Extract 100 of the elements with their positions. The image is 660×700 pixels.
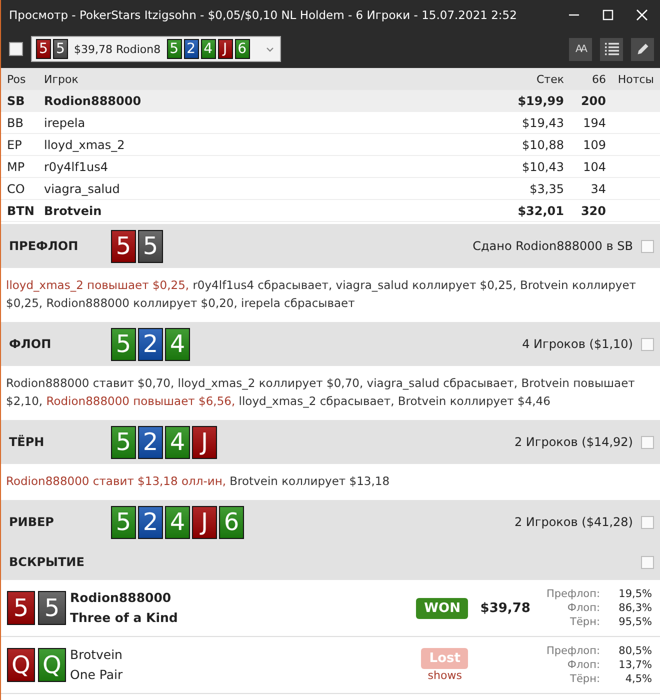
edit-button[interactable] <box>631 38 654 60</box>
equity-value: 86,3% <box>618 601 652 615</box>
checkbox[interactable] <box>641 338 654 350</box>
playing-card: 4 <box>165 426 190 458</box>
playing-card: 5 <box>138 230 163 262</box>
playing-card: 5 <box>166 39 182 59</box>
table-cell-text: $10,43 <box>521 160 564 174</box>
playing-card: 4 <box>165 328 190 360</box>
table-cell-text: SB <box>6 94 26 108</box>
maximize-icon[interactable] <box>602 9 614 21</box>
table-cell-text: Rodion888000 <box>44 94 142 108</box>
playing-card: 6 <box>234 39 250 59</box>
equity-value: 95,5% <box>618 615 652 629</box>
playing-card: 2 <box>138 506 163 538</box>
list-icon <box>604 42 618 56</box>
checkbox[interactable] <box>641 240 654 252</box>
pencil-icon <box>636 42 650 56</box>
action-log: lloyd_xmas_2 повышает $0,25, r0y4lf1us4 сбрасывает, viagra_salud коллирует $0,25, Brotvein коллирует $0,25, Rodion888000 коллирует $0,20, irepela сбрасывает <box>5 277 637 312</box>
street-name: РИВЕР <box>9 515 55 529</box>
column-header: Pos <box>6 72 27 86</box>
player-name: Rodion888000 <box>70 589 172 607</box>
font-size-button[interactable]: AA <box>569 38 592 60</box>
equity-value: 19,5% <box>618 587 652 601</box>
table-cell-text: BTN <box>6 204 36 218</box>
won-amount: $39,78 <box>479 600 530 616</box>
checkbox[interactable] <box>9 42 23 56</box>
result-badge: WON <box>416 598 468 618</box>
column-header: Игрок <box>44 72 80 86</box>
hand-summary: $39,78 Rodion8 <box>74 42 161 56</box>
equity-label: Префлоп: <box>546 587 600 601</box>
table-row[interactable]: SB Rodion888000 $19,99 200 <box>1 90 660 112</box>
action-log: Rodion888000 ставит $13,18 олл-ин, Brotvein коллирует $13,18 <box>5 473 391 490</box>
playing-card: J <box>218 39 233 59</box>
table-cell-text: viagra_salud <box>44 182 121 196</box>
playing-card: 2 <box>184 39 199 59</box>
playing-card: Q <box>7 648 35 682</box>
playing-card: J <box>192 426 217 458</box>
street-info: Сдано Rodion888000 в SB <box>472 239 633 253</box>
list-button[interactable] <box>600 38 623 60</box>
table-cell-text: 194 <box>582 116 606 130</box>
playing-card: J <box>192 506 217 538</box>
table-cell-text: 320 <box>580 204 606 218</box>
playing-card: 5 <box>38 591 66 625</box>
equity-label: Тёрн: <box>569 615 600 629</box>
table-cell-text: EP <box>6 138 23 152</box>
column-header: Стек <box>536 72 564 86</box>
checkbox[interactable] <box>641 436 654 448</box>
checkbox[interactable] <box>641 516 654 528</box>
checkbox[interactable] <box>641 556 654 568</box>
playing-card: 5 <box>7 591 35 625</box>
table-cell-text: BB <box>6 116 24 130</box>
shows-label: shows <box>428 669 462 682</box>
playing-card: 6 <box>219 506 244 538</box>
playing-card: 5 <box>111 230 136 262</box>
action-log: Rodion888000 ставит $0,70, lloyd_xmas_2 коллирует $0,70, viagra_salud сбрасывает, Brotvein повышает $2,10, Rodion888000 повышает $6,56, lloyd_xmas_2 сбрасывает, Brotvein коллирует $4,46 <box>5 375 636 410</box>
equity-label: Флоп: <box>566 601 600 615</box>
caret-icon <box>266 46 274 52</box>
column-header: 66 <box>591 72 606 86</box>
table-cell-text: 34 <box>590 182 606 196</box>
equity-label: Флоп: <box>566 658 600 672</box>
street-info: 4 Игроков ($1,10) <box>522 337 633 351</box>
equity-value: 80,5% <box>618 644 652 658</box>
close-icon[interactable] <box>636 9 648 21</box>
table-cell-text: irepela <box>44 116 86 130</box>
street-info: 2 Игроков ($41,28) <box>514 515 633 529</box>
table-cell-text: 200 <box>580 94 606 108</box>
window-title: Просмотр - PokerStars Itzigsohn - $0,05/$0,10 NL Holdem - 6 Игроки - 15.07.2021 2:52 <box>9 8 518 22</box>
table-cell-text: MP <box>6 160 26 174</box>
table-cell-text: 109 <box>582 138 606 152</box>
street-name: ВСКРЫТИЕ <box>9 555 86 569</box>
playing-card: Q <box>38 648 66 682</box>
player-name: Brotvein <box>70 646 124 664</box>
equity-value: 13,7% <box>618 658 652 672</box>
playing-card: 5 <box>111 426 136 458</box>
hand-rank: One Pair <box>70 666 124 684</box>
table-cell-text: lloyd_xmas_2 <box>44 138 126 152</box>
equity-label: Префлоп: <box>546 644 600 658</box>
hand-rank: Three of a Kind <box>70 609 179 627</box>
table-cell-text: Brotvein <box>44 204 103 218</box>
hand-dropdown[interactable]: 5 5 $39,78 Rodion8 5 2 4 J 6 <box>31 36 281 62</box>
playing-card: 5 <box>111 328 136 360</box>
table-cell-text: 104 <box>582 160 606 174</box>
table-cell-text: $32,01 <box>516 204 564 218</box>
table-cell-text: $19,43 <box>521 116 564 130</box>
playing-card: 4 <box>165 506 190 538</box>
equity-value: 4,5% <box>624 672 652 686</box>
equity-label: Тёрн: <box>569 672 600 686</box>
street-info: 2 Игроков ($14,92) <box>514 435 633 449</box>
result-badge: Lost <box>421 648 468 669</box>
playing-card: 5 <box>111 506 136 538</box>
street-name: ПРЕФЛОП <box>9 239 80 253</box>
column-header: Нотсы <box>616 72 655 86</box>
table-cell-text: $19,99 <box>516 94 564 108</box>
table-cell-text: $10,88 <box>521 138 564 152</box>
playing-card: 2 <box>138 426 163 458</box>
playing-card: 5 <box>53 39 68 59</box>
street-name: ФЛОП <box>9 337 52 351</box>
playing-card: 5 <box>36 39 51 59</box>
table-cell-text: CO <box>6 182 26 196</box>
playing-card: 2 <box>138 328 163 360</box>
